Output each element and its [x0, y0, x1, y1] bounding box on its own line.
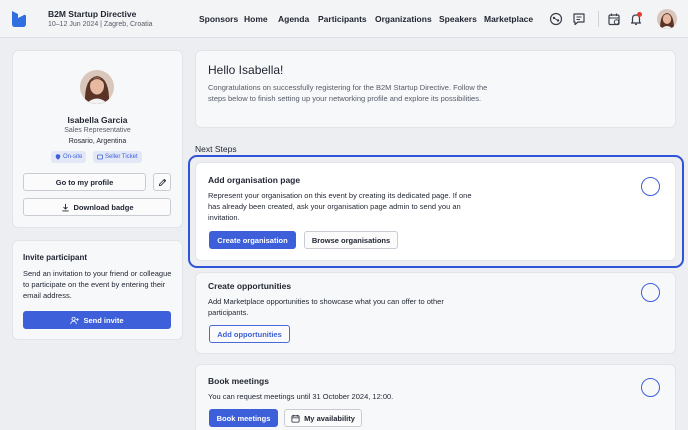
nav-organizations[interactable]: Organizations: [375, 14, 432, 24]
go-to-profile-button[interactable]: Go to my profile: [23, 173, 146, 191]
event-title[interactable]: B2M Startup Directive: [48, 9, 136, 19]
badge-on-site-label: On-site: [63, 154, 83, 160]
network-icon[interactable]: [549, 12, 563, 26]
nav-speakers[interactable]: Speakers: [439, 14, 477, 24]
calendar-icon: [291, 414, 300, 423]
user-avatar[interactable]: [657, 9, 677, 29]
download-badge-button[interactable]: Download badge: [23, 198, 171, 216]
profile-role: Sales Representative: [64, 127, 131, 134]
book-meetings-button[interactable]: Book meetings: [209, 409, 278, 427]
step-title-meetings: Book meetings: [208, 376, 269, 386]
nav-home[interactable]: Home: [244, 14, 268, 24]
invite-text: Send an invitation to your friend or col…: [23, 269, 172, 300]
step-text-opportunities: Add Marketplace opportunities to showcas…: [208, 297, 444, 317]
step-check-opportunities[interactable]: [641, 283, 660, 302]
add-opportunities-button[interactable]: Add opportunities: [209, 325, 290, 343]
welcome-text: Congratulations on successfully register…: [208, 83, 488, 103]
highlight-box: [188, 155, 684, 268]
event-subtitle: 10–12 Jun 2024 | Zagreb, Croatia: [48, 21, 153, 28]
download-badge-label: Download badge: [73, 202, 134, 212]
edit-profile-button[interactable]: [153, 173, 171, 191]
ticket-icon: [97, 154, 103, 160]
calendar-check-icon[interactable]: [607, 12, 621, 26]
location-pin-icon: [55, 154, 61, 160]
chat-icon[interactable]: [572, 12, 586, 26]
header-divider: [598, 11, 599, 27]
welcome-title: Hello Isabella!: [208, 63, 284, 77]
profile-location: Rosario, Argentina: [68, 138, 127, 145]
nav-sponsors[interactable]: Sponsors: [199, 14, 238, 24]
nav-marketplace[interactable]: Marketplace: [484, 14, 533, 24]
send-invite-label: Send invite: [83, 315, 124, 325]
notification-dot: [637, 12, 642, 17]
badge-ticket: Seller Ticket: [93, 151, 142, 163]
nav-agenda[interactable]: Agenda: [278, 14, 309, 24]
my-availability-label: My availability: [304, 413, 355, 423]
step-check-meetings[interactable]: [641, 378, 660, 397]
download-icon: [61, 203, 69, 211]
nav-participants[interactable]: Participants: [318, 14, 367, 24]
send-invite-button[interactable]: Send invite: [23, 311, 171, 329]
next-steps-heading: Next Steps: [195, 144, 237, 154]
app-logo-icon[interactable]: [11, 10, 27, 28]
pencil-icon: [158, 178, 166, 186]
profile-avatar: [80, 70, 114, 104]
top-bar: B2M Startup Directive 10–12 Jun 2024 | Z…: [0, 0, 688, 38]
step-text-meetings: You can request meetings until 31 Octobe…: [208, 392, 394, 401]
profile-name: Isabella Garcia: [67, 115, 128, 125]
invite-title: Invite participant: [23, 253, 88, 262]
step-title-opportunities: Create opportunities: [208, 281, 292, 291]
badge-on-site: On-site: [51, 151, 87, 163]
add-user-icon: [70, 316, 80, 324]
badge-ticket-label: Seller Ticket: [105, 154, 138, 160]
my-availability-button[interactable]: My availability: [284, 409, 362, 427]
